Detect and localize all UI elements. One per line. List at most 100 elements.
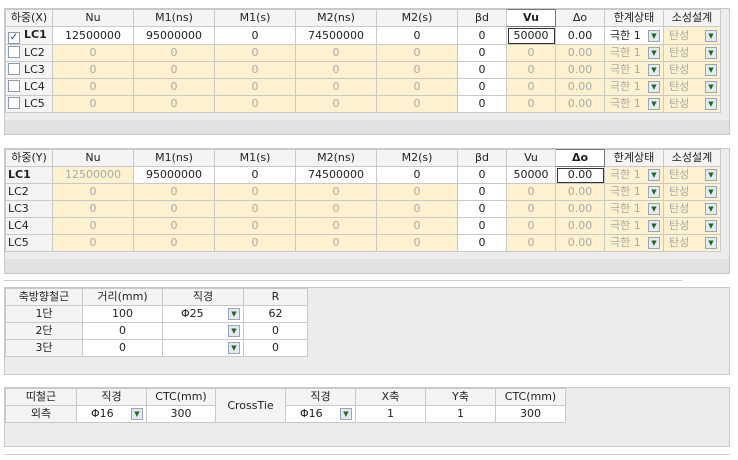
m1ns-cell[interactable]: 0 — [133, 200, 215, 218]
nu-cell[interactable]: 0 — [52, 183, 134, 201]
lc2-row-head[interactable]: LC2 — [5, 44, 53, 62]
vu-cell[interactable]: 0 — [506, 61, 556, 79]
m1ns-cell[interactable]: 0 — [133, 61, 215, 79]
chevron-down-icon[interactable]: ▼ — [648, 47, 660, 59]
m1s-cell[interactable]: 0 — [214, 183, 296, 201]
plastic-design-dropdown[interactable]: 탄성 ▼ — [663, 166, 721, 184]
checkbox-checked-icon[interactable]: ✓ — [8, 32, 20, 44]
chevron-down-icon[interactable]: ▼ — [705, 203, 717, 215]
m1ns-cell[interactable]: 95000000 — [133, 26, 215, 45]
tie-diameter-dropdown[interactable]: Φ16 ▼ — [76, 405, 147, 423]
m2s-cell[interactable]: 0 — [376, 234, 458, 252]
lc1-row-head[interactable]: LC1 — [5, 166, 53, 184]
checkbox-icon[interactable] — [8, 46, 20, 58]
chevron-down-icon[interactable]: ▼ — [648, 98, 660, 110]
m2ns-cell[interactable]: 0 — [295, 234, 377, 252]
chevron-down-icon[interactable]: ▼ — [705, 186, 717, 198]
vu-cell[interactable]: 0 — [506, 183, 556, 201]
m2ns-cell[interactable]: 0 — [295, 44, 377, 62]
delta-o-cell[interactable]: 0.00 — [555, 200, 605, 218]
delta-o-cell[interactable]: 0.00 — [555, 44, 605, 62]
distance-cell[interactable]: 0 — [82, 339, 163, 357]
chevron-down-icon[interactable]: ▼ — [648, 186, 660, 198]
lc5-row-head[interactable]: LC5 — [5, 234, 53, 252]
plastic-design-dropdown[interactable]: 탄성 ▼ — [663, 78, 721, 96]
chevron-down-icon[interactable]: ▼ — [228, 325, 240, 337]
m2s-cell[interactable]: 0 — [376, 44, 458, 62]
nu-cell[interactable]: 12500000 — [52, 166, 134, 184]
limit-state-dropdown[interactable]: 극한 1 ▼ — [604, 217, 664, 235]
delta-o-cell[interactable]: 0.00 — [555, 95, 605, 113]
chevron-down-icon[interactable]: ▼ — [648, 81, 660, 93]
delta-o-cell[interactable]: 0.00 — [555, 61, 605, 79]
delta-o-cell[interactable]: 0.00 — [555, 78, 605, 96]
beta-d-cell[interactable]: 0 — [457, 95, 507, 113]
vu-cell[interactable]: 0 — [506, 44, 556, 62]
chevron-down-icon[interactable]: ▼ — [340, 408, 352, 420]
nu-cell[interactable]: 0 — [52, 234, 134, 252]
m1ns-cell[interactable]: 0 — [133, 78, 215, 96]
plastic-design-dropdown[interactable]: 탄성 ▼ — [663, 217, 721, 235]
lc4-row-head[interactable]: LC4 — [5, 217, 53, 235]
vu-cell[interactable]: 0 — [506, 217, 556, 235]
r-cell[interactable]: 62 — [243, 305, 308, 323]
m2ns-cell[interactable]: 0 — [295, 183, 377, 201]
limit-state-dropdown[interactable]: 극한 1 ▼ — [604, 200, 664, 218]
beta-d-cell[interactable]: 0 — [457, 200, 507, 218]
chevron-down-icon[interactable]: ▼ — [648, 29, 660, 42]
lc3-row-head[interactable]: LC3 — [5, 61, 53, 79]
chevron-down-icon[interactable]: ▼ — [648, 237, 660, 249]
m2ns-cell[interactable]: 74500000 — [295, 166, 377, 184]
m1ns-cell[interactable]: 0 — [133, 183, 215, 201]
chevron-down-icon[interactable]: ▼ — [648, 64, 660, 76]
m2ns-cell[interactable]: 74500000 — [295, 26, 377, 45]
plastic-design-dropdown[interactable]: 탄성 ▼ — [663, 200, 721, 218]
plastic-design-dropdown[interactable]: 탄성 ▼ — [663, 95, 721, 113]
limit-state-dropdown[interactable]: 극한 1 ▼ — [604, 95, 664, 113]
limit-state-dropdown[interactable]: 극한 1 ▼ — [604, 26, 664, 45]
m2ns-cell[interactable]: 0 — [295, 95, 377, 113]
vu-cell[interactable]: 0 — [506, 78, 556, 96]
r-cell[interactable]: 0 — [243, 322, 308, 340]
chevron-down-icon[interactable]: ▼ — [228, 342, 240, 354]
cross-tie-diameter-dropdown[interactable]: Φ16 ▼ — [285, 405, 356, 423]
beta-d-cell[interactable]: 0 — [457, 217, 507, 235]
nu-cell[interactable]: 0 — [52, 61, 134, 79]
m2s-cell[interactable]: 0 — [376, 61, 458, 79]
nu-cell[interactable]: 0 — [52, 95, 134, 113]
limit-state-dropdown[interactable]: 극한 1 ▼ — [604, 78, 664, 96]
m2s-cell[interactable]: 0 — [376, 200, 458, 218]
m1s-cell[interactable]: 0 — [214, 217, 296, 235]
checkbox-icon[interactable] — [8, 97, 20, 109]
nu-cell[interactable]: 0 — [52, 200, 134, 218]
y-axis-cell[interactable]: 1 — [425, 405, 496, 423]
distance-cell[interactable]: 100 — [82, 305, 163, 323]
diameter-dropdown[interactable]: ▼ — [162, 322, 244, 340]
chevron-down-icon[interactable]: ▼ — [705, 98, 717, 110]
lc4-row-head[interactable]: LC4 — [5, 78, 53, 96]
distance-cell[interactable]: 0 — [82, 322, 163, 340]
chevron-down-icon[interactable]: ▼ — [705, 64, 717, 76]
nu-cell[interactable]: 12500000 — [52, 26, 134, 45]
checkbox-icon[interactable] — [8, 80, 20, 92]
plastic-design-dropdown[interactable]: 탄성 ▼ — [663, 26, 721, 45]
m2s-cell[interactable]: 0 — [376, 95, 458, 113]
delta-o-cell[interactable]: 0.00 — [555, 234, 605, 252]
beta-d-cell[interactable]: 0 — [457, 166, 507, 184]
tie-ctc-cell[interactable]: 300 — [146, 405, 216, 423]
diameter-dropdown[interactable]: ▼ — [162, 339, 244, 357]
m2ns-cell[interactable]: 0 — [295, 217, 377, 235]
vu-cell[interactable]: 0 — [506, 95, 556, 113]
beta-d-cell[interactable]: 0 — [457, 78, 507, 96]
chevron-down-icon[interactable]: ▼ — [705, 237, 717, 249]
lc5-row-head[interactable]: LC5 — [5, 95, 53, 113]
m2s-cell[interactable]: 0 — [376, 26, 458, 45]
vu-cell[interactable]: 50000 — [506, 166, 556, 184]
chevron-down-icon[interactable]: ▼ — [705, 29, 717, 42]
m1s-cell[interactable]: 0 — [214, 200, 296, 218]
m1ns-cell[interactable]: 0 — [133, 44, 215, 62]
cross-ctc-cell[interactable]: 300 — [495, 405, 566, 423]
chevron-down-icon[interactable]: ▼ — [705, 81, 717, 93]
delta-o-cell[interactable]: 0.00 — [555, 166, 605, 184]
chevron-down-icon[interactable]: ▼ — [228, 308, 240, 320]
